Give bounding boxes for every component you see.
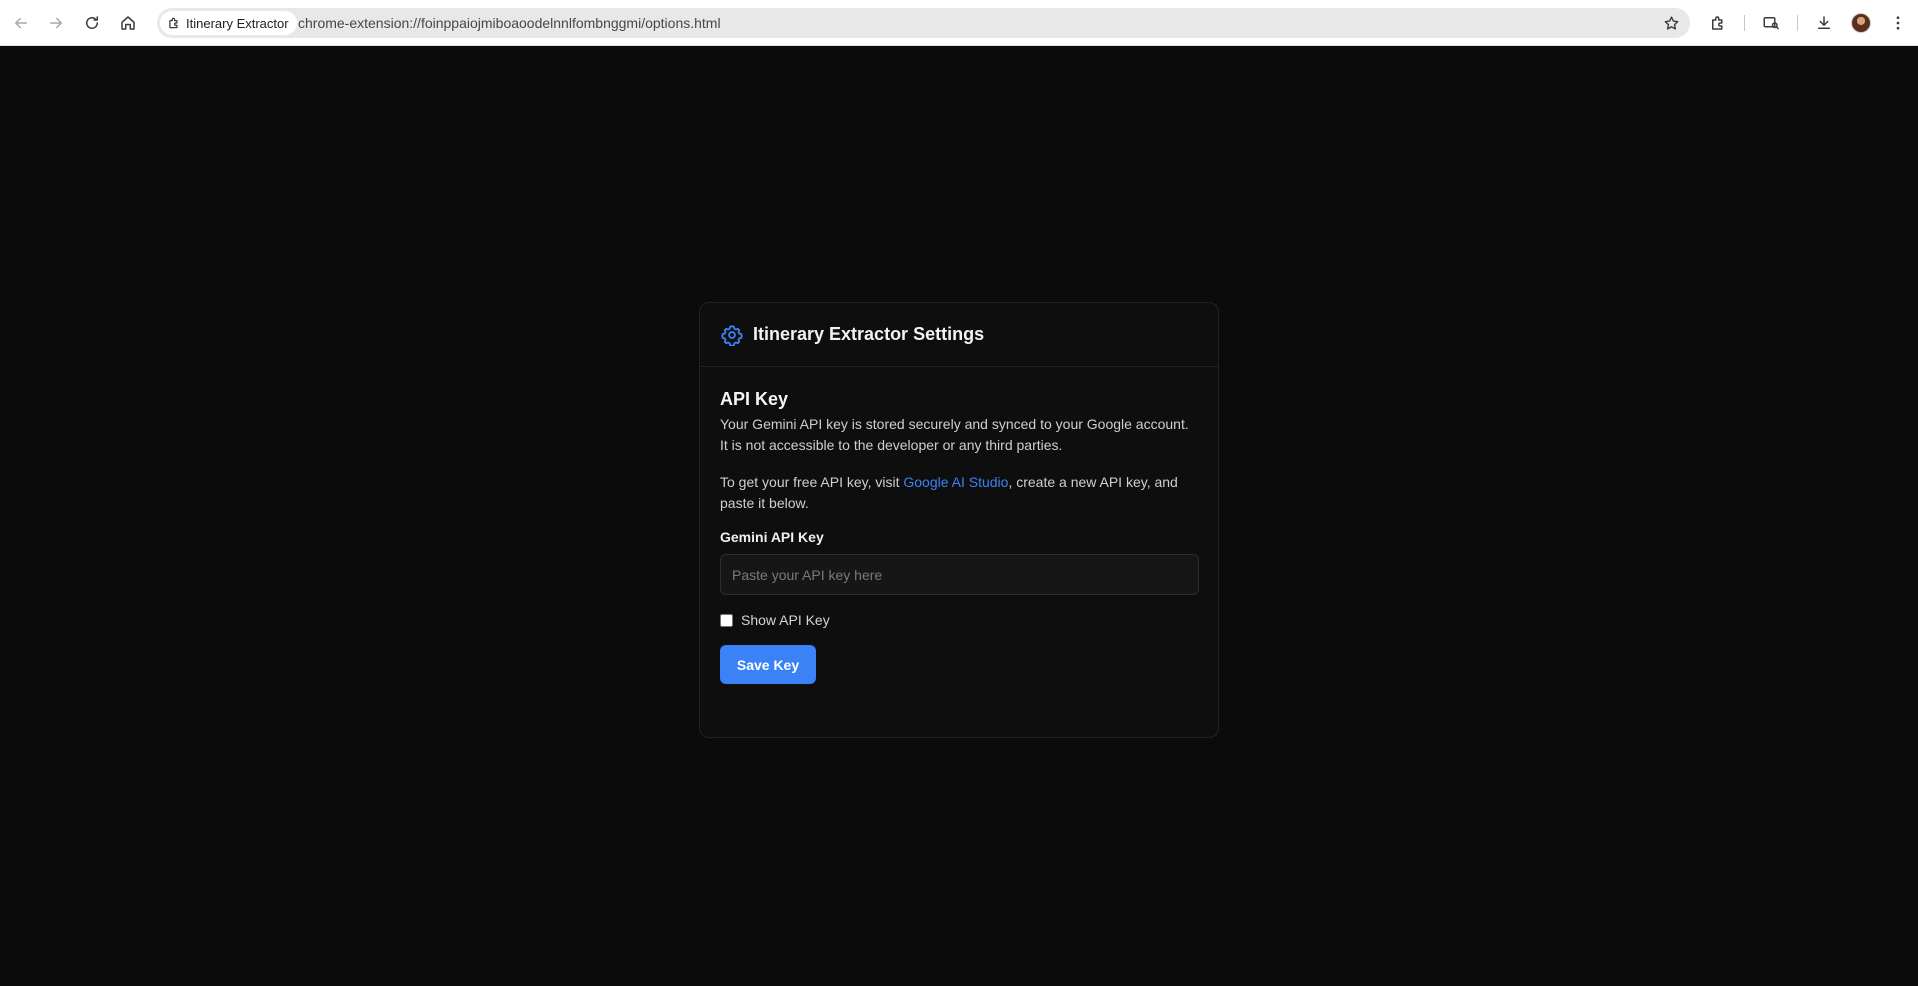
profile-avatar[interactable] [1851, 13, 1871, 33]
tab-search-icon [1763, 17, 1779, 30]
back-button[interactable] [7, 9, 35, 37]
section-title: API Key [720, 389, 789, 409]
arrow-left-icon [15, 17, 27, 29]
browser-menu-button[interactable] [1886, 11, 1910, 35]
download-icon [1818, 16, 1830, 29]
api-key-section: API Key Your Gemini API key is stored se… [700, 367, 1218, 684]
show-api-key-checkbox[interactable] [720, 613, 733, 627]
extension-icon [169, 17, 178, 29]
site-info-chip[interactable]: Itinerary Extractor [160, 11, 297, 35]
downloads-button[interactable] [1812, 11, 1836, 35]
toolbar-divider [1797, 15, 1798, 31]
show-api-key-row[interactable]: Show API Key [720, 612, 1198, 628]
bookmark-button[interactable] [1660, 12, 1682, 34]
puzzle-icon [1712, 16, 1723, 30]
extensions-button[interactable] [1706, 11, 1730, 35]
api-key-description: Your Gemini API key is stored securely a… [720, 416, 1189, 453]
instructions-before-link: To get your free API key, visit [720, 474, 904, 490]
settings-card: Itinerary Extractor Settings API Key You… [699, 302, 1219, 738]
arrow-right-icon [50, 17, 62, 29]
browser-toolbar: Itinerary Extractor chrome-extension://f… [0, 0, 1918, 46]
site-chip-label: Itinerary Extractor [186, 15, 289, 31]
show-api-key-label[interactable]: Show API Key [741, 612, 830, 628]
save-key-button[interactable]: Save Key [720, 645, 816, 684]
reload-icon [86, 16, 98, 29]
api-key-input[interactable] [720, 554, 1199, 595]
settings-title: Itinerary Extractor Settings [753, 324, 985, 344]
home-icon [121, 16, 135, 30]
forward-button[interactable] [42, 9, 70, 37]
address-bar[interactable]: Itinerary Extractor chrome-extension://f… [157, 8, 1690, 38]
url-text[interactable]: chrome-extension://foinppaiojmiboaoodeln… [298, 8, 721, 38]
reload-button[interactable] [78, 9, 106, 37]
tab-search-button[interactable] [1759, 11, 1783, 35]
gear-icon [721, 324, 743, 346]
star-icon [1664, 15, 1678, 30]
settings-card-header: Itinerary Extractor Settings [700, 303, 1218, 367]
toolbar-divider [1744, 15, 1745, 31]
home-button[interactable] [114, 9, 142, 37]
kebab-menu-icon [1896, 16, 1900, 30]
api-key-field-label: Gemini API Key [720, 529, 824, 545]
options-page: Itinerary Extractor Settings API Key You… [0, 47, 1918, 986]
google-ai-studio-link[interactable]: Google AI Studio [903, 474, 1008, 490]
api-key-instructions: To get your free API key, visit Google A… [720, 472, 1198, 514]
